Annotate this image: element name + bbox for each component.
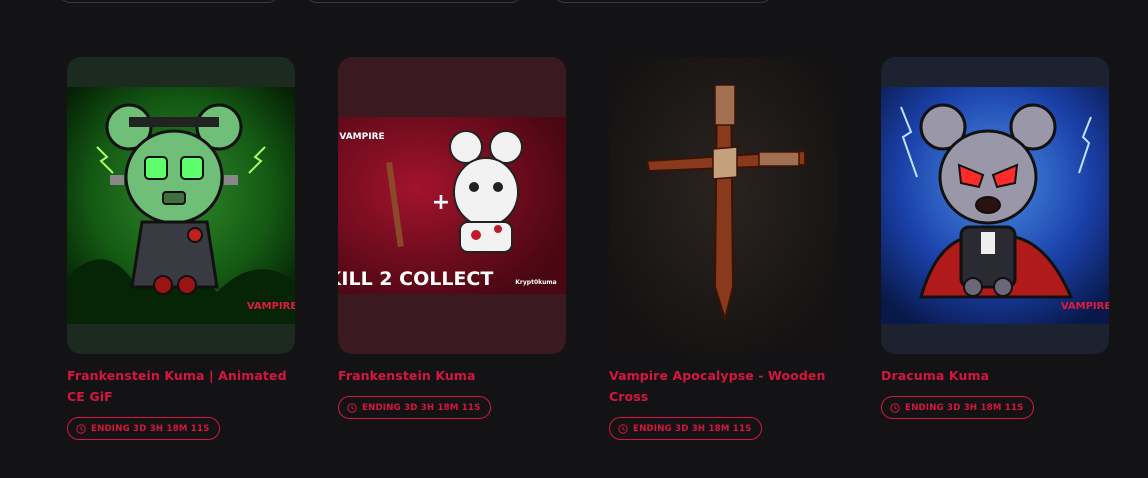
- clock-icon: [890, 402, 900, 413]
- card-title[interactable]: Vampire Apocalypse - Wooden Cross: [609, 365, 841, 407]
- nft-card-frankenstein-animated[interactable]: VAMPIRE Frankenstein Kuma | Animated CE …: [67, 57, 295, 440]
- nft-card-wooden-cross[interactable]: Vampire Apocalypse - Wooden Cross ENDING…: [609, 57, 837, 440]
- ending-status-badge: ENDING 3D 3H 18M 11S: [881, 396, 1034, 419]
- card-thumbnail[interactable]: VAMPIRE + KILL 2 COLLECT Krypt0kuma: [338, 57, 566, 354]
- card-thumbnail[interactable]: VAMPIRE: [881, 57, 1109, 354]
- card-thumbnail[interactable]: [609, 57, 837, 354]
- clock-icon: [347, 402, 357, 413]
- card-thumbnail[interactable]: VAMPIRE: [67, 57, 295, 354]
- frankenstein-kuma-artwork: VAMPIRE: [67, 87, 295, 324]
- badge-text: ENDING 3D 3H 18M 11S: [91, 423, 210, 434]
- ending-status-badge: ENDING 3D 3H 18M 11S: [67, 417, 220, 440]
- plus-glyph: +: [432, 190, 450, 215]
- art-caption: KILL 2 COLLECT: [338, 268, 493, 290]
- clock-icon: [76, 423, 86, 434]
- card-logo-text: VAMPIRE: [247, 301, 295, 312]
- badge-text: ENDING 3D 3H 18M 11S: [905, 402, 1024, 413]
- nft-card-dracuma[interactable]: VAMPIRE Dracuma Kuma ENDING 3D 3H 18M 11…: [881, 57, 1109, 419]
- badge-text: ENDING 3D 3H 18M 11S: [633, 423, 752, 434]
- wooden-cross-artwork: [609, 57, 837, 354]
- nft-card-frankenstein[interactable]: VAMPIRE + KILL 2 COLLECT Krypt0kuma Fran…: [338, 57, 566, 419]
- art-brand: Krypt0kuma: [515, 279, 556, 286]
- badge-text: ENDING 3D 3H 18M 11S: [362, 402, 481, 413]
- art-logo-text: VAMPIRE: [339, 132, 384, 142]
- kill-2-collect-artwork: VAMPIRE + KILL 2 COLLECT Krypt0kuma: [338, 117, 566, 294]
- ending-status-badge: ENDING 3D 3H 18M 11S: [609, 417, 762, 440]
- ending-status-badge: ENDING 3D 3H 18M 11S: [338, 396, 491, 419]
- card-title[interactable]: Dracuma Kuma: [881, 365, 1113, 386]
- filter-pill-1[interactable]: [58, 0, 280, 3]
- dracuma-kuma-artwork: VAMPIRE: [881, 87, 1109, 324]
- card-title[interactable]: Frankenstein Kuma: [338, 365, 570, 386]
- card-title[interactable]: Frankenstein Kuma | Animated CE GiF: [67, 365, 299, 407]
- filter-pill-2[interactable]: [305, 0, 523, 3]
- filter-pill-3[interactable]: [553, 0, 773, 3]
- card-logo-text: VAMPIRE: [1061, 301, 1109, 312]
- clock-icon: [618, 423, 628, 434]
